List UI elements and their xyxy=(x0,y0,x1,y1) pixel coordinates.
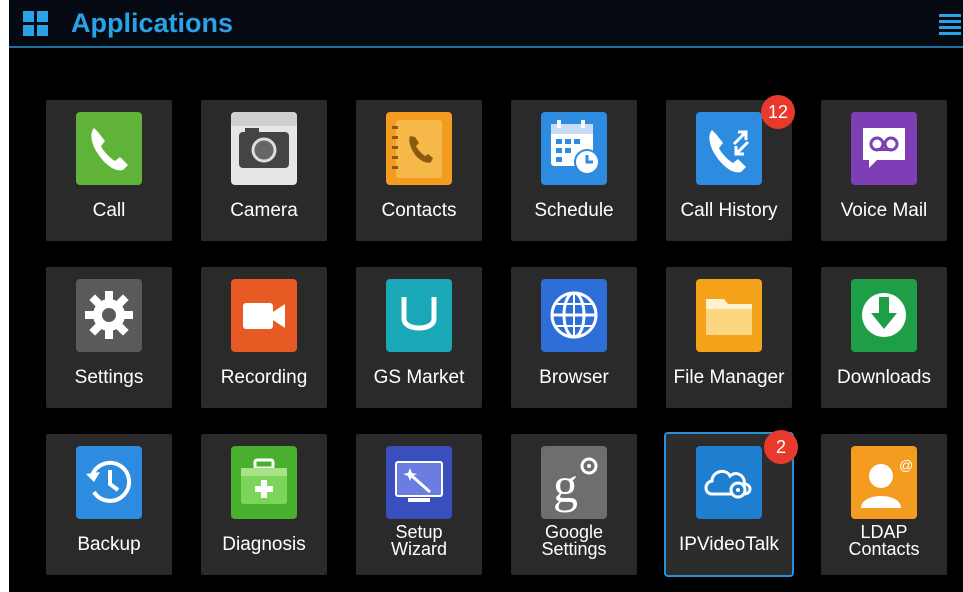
setup-wizard-icon xyxy=(386,446,452,519)
app-tile-diagnosis[interactable]: Diagnosis xyxy=(201,434,327,575)
settings-icon xyxy=(76,279,142,352)
download-icon xyxy=(851,279,917,352)
svg-text:@: @ xyxy=(899,457,913,473)
app-tile-recording[interactable]: Recording xyxy=(201,267,327,408)
app-label: GS Market xyxy=(373,367,465,388)
app-label: File Manager xyxy=(673,367,785,388)
contacts-icon xyxy=(386,112,452,185)
schedule-icon xyxy=(541,112,607,185)
app-tile-schedule[interactable]: Schedule xyxy=(511,100,637,241)
browser-icon xyxy=(541,279,607,352)
app-tile-google-settings[interactable]: g Google Settings xyxy=(511,434,637,575)
app-tile-voice-mail[interactable]: Voice Mail xyxy=(821,100,947,241)
app-label: Call xyxy=(92,200,126,221)
app-label: Downloads xyxy=(837,367,931,388)
app-drawer-screen: Applications Call Camera Contacts Schedu… xyxy=(9,0,963,592)
app-label: Contacts xyxy=(381,200,457,221)
app-label-line2: Contacts xyxy=(848,539,920,559)
app-label: IPVideoTalk xyxy=(679,534,779,555)
apps-grid-icon xyxy=(23,11,48,36)
app-label: Voice Mail xyxy=(840,200,928,221)
camera-icon xyxy=(231,112,297,185)
app-tile-file-manager[interactable]: File Manager xyxy=(666,267,792,408)
app-label: Schedule xyxy=(534,200,614,221)
app-tile-ldap-contacts[interactable]: @ LDAP Contacts xyxy=(821,434,947,575)
notification-badge: 2 xyxy=(764,430,798,464)
ipvideotalk-icon xyxy=(696,446,762,519)
folder-icon xyxy=(696,279,762,352)
app-label: Google Settings xyxy=(511,523,637,559)
app-tile-setup-wizard[interactable]: Setup Wizard xyxy=(356,434,482,575)
call-history-icon xyxy=(696,112,762,185)
app-tile-call-history[interactable]: 12 Call History xyxy=(666,95,795,241)
page-title: Applications xyxy=(71,8,234,38)
app-label: Setup Wizard xyxy=(356,523,482,559)
svg-text:g: g xyxy=(553,457,578,513)
ldap-contacts-icon: @ xyxy=(851,446,917,519)
app-tile-contacts[interactable]: Contacts xyxy=(356,100,482,241)
app-label: Settings xyxy=(74,367,144,388)
app-tile-settings[interactable]: Settings xyxy=(46,267,172,408)
app-label-line2: Settings xyxy=(541,539,607,559)
market-icon xyxy=(386,279,452,352)
app-label: Diagnosis xyxy=(222,534,306,555)
app-label: Recording xyxy=(220,367,308,388)
app-label: LDAP Contacts xyxy=(821,523,947,559)
header-bar: Applications xyxy=(9,0,963,48)
app-label: Camera xyxy=(230,200,298,221)
google-settings-icon: g xyxy=(541,446,607,519)
app-tile-ipvideotalk[interactable]: 2 IPVideoTalk xyxy=(666,430,798,575)
app-label: Call History xyxy=(680,200,778,221)
menu-icon[interactable] xyxy=(937,13,961,35)
app-label: Backup xyxy=(77,534,141,555)
notification-badge: 12 xyxy=(761,95,795,129)
backup-icon xyxy=(76,446,142,519)
app-tile-backup[interactable]: Backup xyxy=(46,434,172,575)
call-icon xyxy=(76,112,142,185)
app-tile-downloads[interactable]: Downloads xyxy=(821,267,947,408)
app-tile-camera[interactable]: Camera xyxy=(201,100,327,241)
voicemail-icon xyxy=(851,112,917,185)
app-tile-browser[interactable]: Browser xyxy=(511,267,637,408)
app-tile-gs-market[interactable]: GS Market xyxy=(356,267,482,408)
app-label-line2: Wizard xyxy=(390,539,447,559)
app-tile-call[interactable]: Call xyxy=(46,100,172,241)
recording-icon xyxy=(231,279,297,352)
diagnosis-icon xyxy=(231,446,297,519)
app-label: Browser xyxy=(539,367,609,388)
